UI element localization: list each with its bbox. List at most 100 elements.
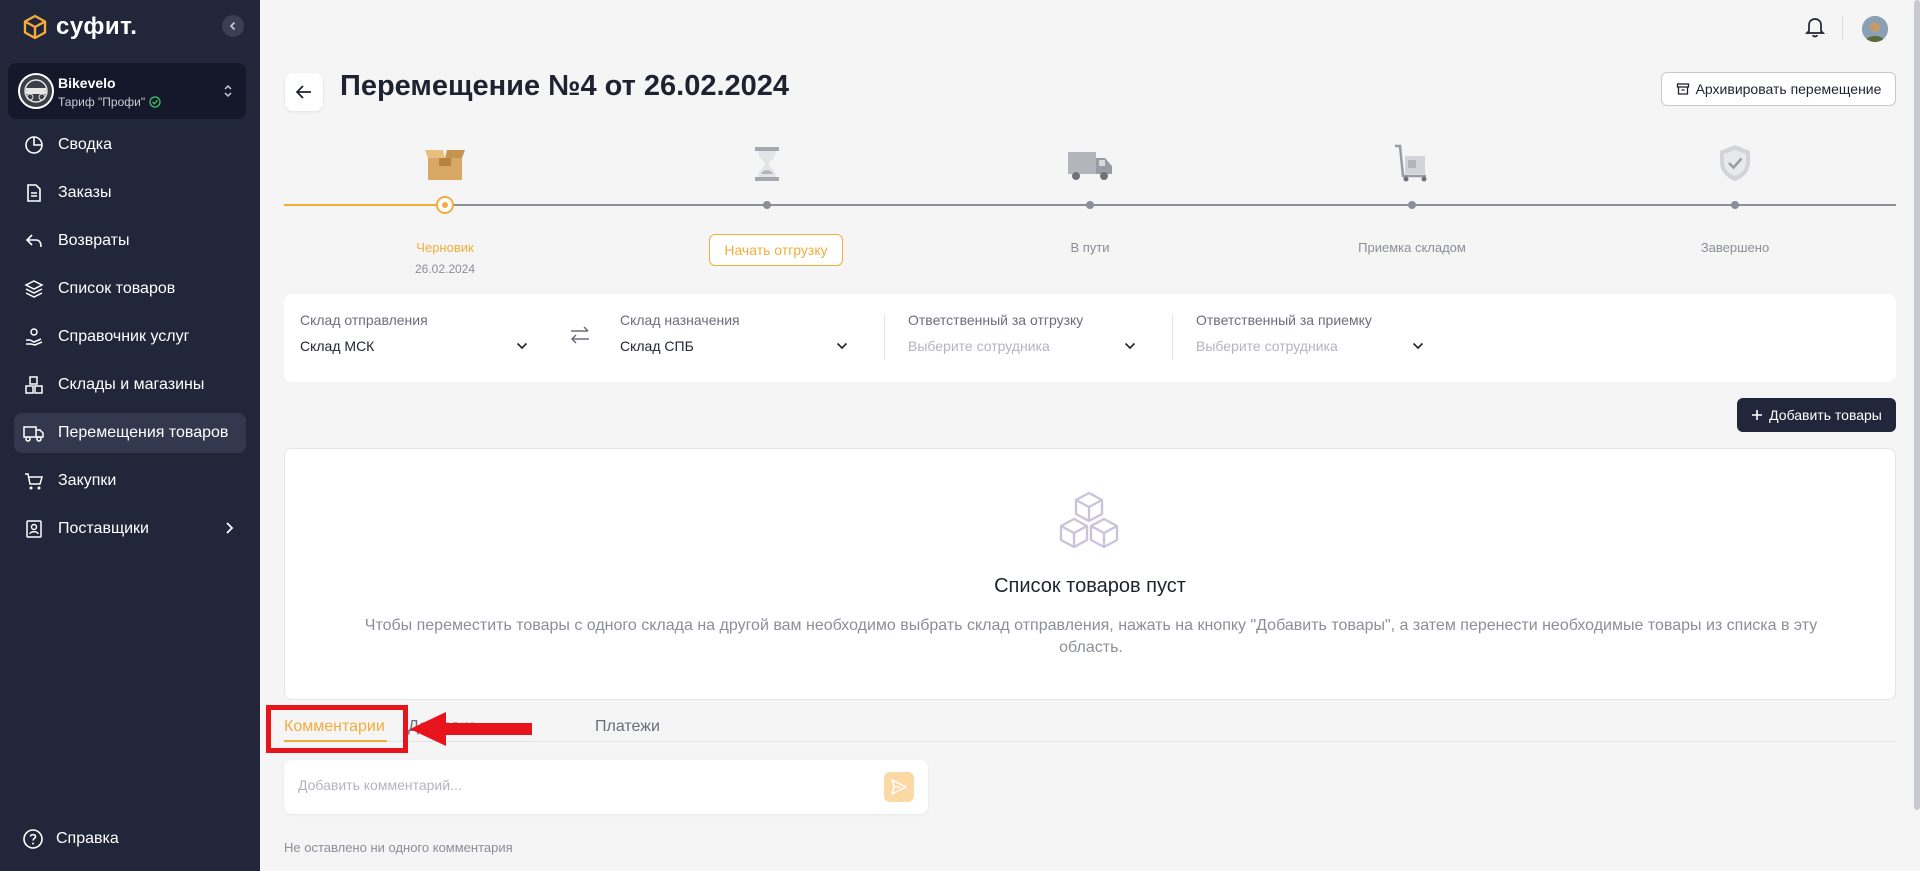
step-label: Завершено [1700,240,1770,255]
bell-icon [1804,18,1826,38]
add-products-button[interactable]: Добавить товары [1737,398,1896,432]
hourglass-icon [755,147,779,181]
step-draft: Черновик 26.02.2024 [345,130,545,276]
return-arrow-icon [22,229,46,253]
help-circle-icon [23,829,43,849]
add-products-label: Добавить товары [1769,407,1882,423]
account-plan-label: Тариф "Профи" [58,95,146,109]
page-title: Перемещение №4 от 26.02.2024 [340,70,790,102]
field-label: Склад отправления [300,312,428,328]
sidebar-item-summary[interactable]: Сводка [14,125,246,165]
comment-form [284,760,928,814]
shipper-placeholder: Выберите сотрудника [908,338,1050,354]
open-box-icon [425,150,465,180]
source-warehouse-select[interactable]: Склад отправления Склад МСК [300,312,528,354]
shipper-employee-select[interactable]: Ответственный за отгрузку Выберите сотру… [908,312,1136,354]
empty-state-title: Список товаров пуст [994,575,1186,597]
tab-payments[interactable]: Платежи [595,718,660,736]
step-dot [763,201,771,209]
back-button[interactable] [285,73,323,111]
start-shipment-button[interactable]: Начать отгрузку [709,234,843,266]
boxes-icon [22,373,46,397]
switch-account-icon [224,84,232,98]
field-value: Выберите сотрудника [1196,338,1424,354]
help-label: Справка [56,830,119,847]
chevron-down-icon [1412,342,1424,350]
account-plan: Тариф "Профи" [58,95,161,109]
account-avatar [18,73,54,109]
field-divider [884,314,885,360]
step-dot-current [436,196,454,214]
field-label: Ответственный за приемку [1196,312,1372,328]
empty-state-description: Чтобы переместить товары с одного склада… [364,617,1818,656]
field-label: Склад назначения [620,312,740,328]
sidebar-item-products[interactable]: Список товаров [14,269,246,309]
send-icon [891,779,907,795]
send-comment-button[interactable] [884,772,914,802]
cubes-icon [1059,491,1119,549]
source-warehouse-value: Склад МСК [300,338,375,354]
field-value: Склад СПБ [620,338,848,354]
sidebar-item-suppliers[interactable]: Поставщики [14,509,246,549]
sidebar-item-purchases[interactable]: Закупки [14,461,246,501]
shield-check-icon [1720,145,1750,181]
user-avatar[interactable] [1862,16,1888,42]
field-value: Выберите сотрудника [908,338,1136,354]
annotation-arrow-icon [410,712,532,746]
truck-icon [22,421,46,445]
account-switcher[interactable]: Bikevelo Тариф "Профи" [8,63,246,119]
layers-icon [22,277,46,301]
destination-warehouse-select[interactable]: Склад назначения Склад СПБ [620,312,848,354]
step-completed: Завершено [1635,130,1835,255]
sidebar-item-returns[interactable]: Возвраты [14,221,246,261]
step-label: В пути [1070,240,1110,255]
collapse-sidebar-button[interactable] [222,15,244,37]
chart-pie-icon [22,133,46,157]
step-dot [1408,201,1416,209]
help-link[interactable]: Справка [22,828,119,850]
sidebar-item-label: Закупки [58,472,117,489]
chevron-down-icon [1124,342,1136,350]
delivery-truck-icon [1068,152,1112,180]
chevron-down-icon [516,342,528,350]
products-empty-state: Список товаров пуст Чтобы переместить то… [284,448,1896,700]
sidebar-item-label: Поставщики [58,520,149,537]
sidebar-item-transfers[interactable]: Перемещения товаров [14,413,246,453]
receiver-employee-select[interactable]: Ответственный за приемку Выберите сотруд… [1196,312,1424,354]
chevron-left-icon [229,21,236,31]
step-label: Черновик [416,240,474,255]
status-stepper: Черновик 26.02.2024 Начать отгрузку В пу… [284,130,1896,280]
cart-icon [22,469,46,493]
chevron-down-icon [836,342,848,350]
sidebar-item-label: Возвраты [58,232,130,249]
receiver-placeholder: Выберите сотрудника [1196,338,1338,354]
field-divider [1172,314,1173,360]
cube-logo-icon [23,14,47,40]
swap-warehouses-icon[interactable] [570,326,590,344]
archive-transfer-label: Архивировать перемещение [1695,81,1882,97]
account-name: Bikevelo [58,75,116,91]
comment-input[interactable] [298,777,858,793]
sidebar-item-orders[interactable]: Заказы [14,173,246,213]
step-date: 26.02.2024 [414,262,476,276]
archive-transfer-button[interactable]: Архивировать перемещение [1661,72,1896,106]
step-receiving: Приемка складом [1312,130,1512,255]
hand-cart-icon [1395,144,1427,182]
page-scrollbar[interactable] [1914,0,1920,810]
sidebar: суфит. Bikevelo Тариф "Профи" Сводка Зак… [0,0,260,871]
document-icon [22,181,46,205]
archive-icon [1676,83,1689,95]
sidebar-item-warehouses[interactable]: Склады и магазины [14,365,246,405]
stepper-progress-line [284,204,445,206]
sidebar-item-label: Перемещения товаров [58,424,229,441]
sidebar-item-services[interactable]: Справочник услуг [14,317,246,357]
logo[interactable]: суфит. [22,12,137,42]
no-comments-text: Не оставлено ни одного комментария [284,840,513,855]
contacts-icon [22,517,46,541]
arrow-left-icon [296,85,311,99]
notifications-button[interactable] [1804,16,1826,43]
sidebar-item-label: Заказы [58,184,112,201]
plus-icon [1752,410,1763,420]
step-dot [1086,201,1094,209]
check-circle-icon [149,96,161,108]
